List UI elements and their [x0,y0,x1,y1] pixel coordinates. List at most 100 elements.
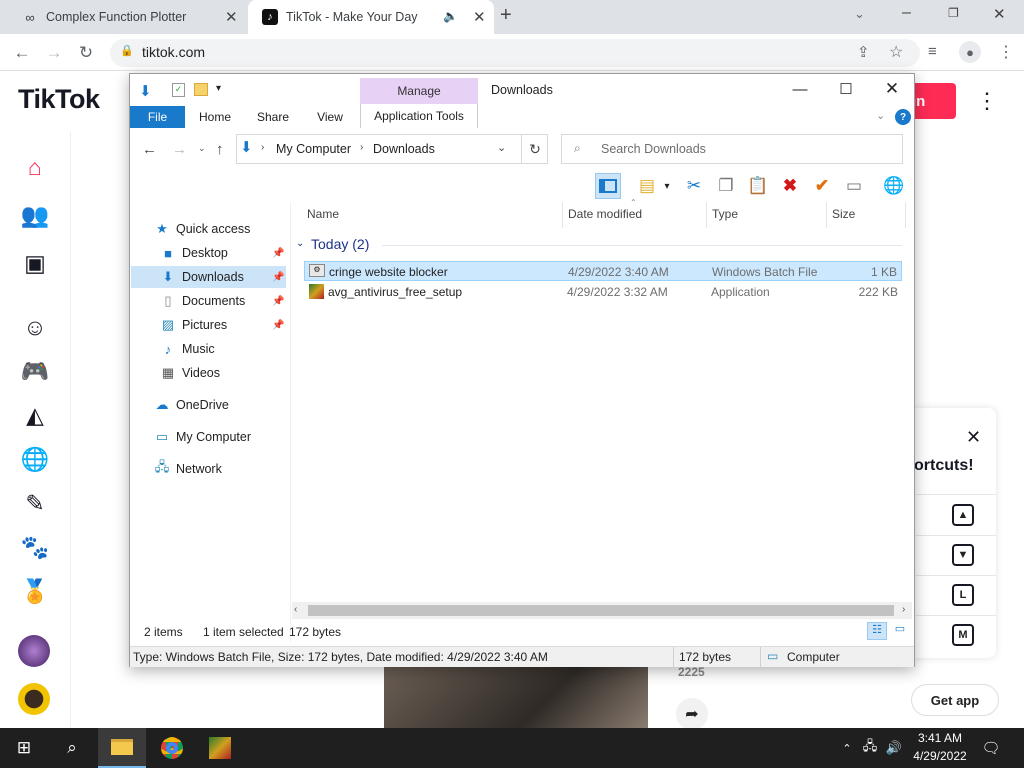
bookmark-star-icon[interactable]: ☆ [889,42,903,62]
minimize-icon[interactable]: — [777,74,823,104]
column-separator[interactable] [826,202,827,228]
comedy-icon[interactable]: ☺ [20,312,50,342]
clock-time[interactable]: 3:41 AM [910,731,970,745]
chevron-down-icon[interactable]: ▾ [660,173,674,199]
network-globe-icon[interactable]: 🌐 [881,173,907,199]
chrome-taskbar-icon[interactable] [148,728,196,768]
expand-ribbon-icon[interactable]: ⌄ [876,109,885,122]
large-icons-view-icon[interactable]: ▭ [890,622,910,640]
chrome-menu-icon[interactable]: ⋮ [998,42,1014,62]
sports-medal-icon[interactable]: 🏅 [20,576,50,606]
share-icon[interactable]: ⇪ [857,43,870,61]
volume-icon[interactable]: 🔊 [884,728,904,768]
get-app-button[interactable]: Get app [911,684,999,716]
globe-icon[interactable]: 🌐 [20,444,50,474]
network-tray-icon[interactable]: 🖧 [860,728,880,768]
new-tab-icon[interactable]: + [500,4,512,27]
clock-date[interactable]: 4/29/2022 [910,749,970,763]
up-icon[interactable]: ↑ [216,141,224,158]
column-date-modified[interactable]: Date modified [568,207,642,221]
copy-icon[interactable]: ❐ [713,173,739,199]
address-bar[interactable] [110,39,920,67]
food-icon[interactable]: ◭ [20,400,50,430]
preview-pane-icon[interactable] [595,173,621,199]
tray-chevron-icon[interactable]: ⌃ [838,728,856,768]
column-separator[interactable] [562,202,563,228]
notification-icon[interactable]: 🗨 [978,728,1004,768]
avatar[interactable] [18,683,50,715]
windows-start-icon[interactable]: ⊞ [0,728,48,768]
url-text[interactable]: tiktok.com [142,44,205,60]
media-control-icon[interactable]: ≡ [928,43,937,60]
following-icon[interactable]: 👥 [20,200,50,230]
column-type[interactable]: Type [712,207,738,221]
paste-icon[interactable]: 📋 [745,173,771,199]
column-separator[interactable] [905,202,906,228]
table-row[interactable]: ⚙ cringe website blocker 4/29/2022 3:40 … [304,261,902,281]
minimize-icon[interactable]: – [902,4,911,22]
properties-icon[interactable]: ✓ [172,83,185,97]
reload-icon[interactable]: ↻ [74,41,98,65]
share-tab[interactable]: Share [248,106,298,128]
group-collapse-icon[interactable]: ⌄ [296,238,304,249]
pin-icon[interactable]: 📌 [272,248,284,259]
nav-network[interactable]: 🖧 Network [154,458,222,480]
refresh-icon[interactable]: ↻ [521,134,548,164]
nav-downloads[interactable]: ⬇ Downloads [160,266,244,288]
view-tab[interactable]: View [306,106,354,128]
application-tools-tab[interactable]: Application Tools [360,104,478,128]
nav-videos[interactable]: ▦ Videos [160,362,220,384]
search-icon[interactable]: ⌕ [48,728,96,768]
animals-icon[interactable]: 🐾 [20,532,50,562]
file-tab[interactable]: File [130,106,185,128]
manage-tab[interactable]: Manage [360,78,478,104]
pin-icon[interactable]: 📌 [272,272,284,283]
new-folder-icon[interactable] [194,83,208,96]
nav-pictures[interactable]: ▨ Pictures [160,314,227,336]
delete-icon[interactable]: ✖ [777,173,803,199]
chevron-right-icon[interactable]: › [360,142,363,153]
close-tab-icon[interactable]: ✕ [473,8,486,26]
tiktok-logo[interactable]: TikTok [18,84,100,115]
scroll-right-icon[interactable]: › [902,604,905,615]
home-icon[interactable]: ⌂ [20,152,50,182]
tab-complex-function-plotter[interactable]: ∞ Complex Function Plotter [8,0,246,34]
beauty-icon[interactable]: ✎ [20,488,50,518]
close-icon[interactable]: ✕ [966,427,981,448]
help-icon[interactable]: ? [895,109,911,125]
scrollbar-thumb[interactable] [308,605,894,616]
close-window-icon[interactable]: ✕ [993,5,1006,23]
close-tab-icon[interactable]: ✕ [225,8,238,26]
nav-music[interactable]: ♪ Music [160,338,215,360]
table-row[interactable]: avg_antivirus_free_setup 4/29/2022 3:32 … [304,282,902,302]
column-separator[interactable] [706,202,707,228]
restore-icon[interactable]: ❐ [948,6,959,20]
file-explorer-taskbar-icon[interactable] [98,728,146,768]
pin-icon[interactable]: 📌 [272,296,284,307]
forward-icon[interactable]: → [172,141,187,158]
nav-desktop[interactable]: ■ Desktop [160,242,228,264]
nav-my-computer[interactable]: ▭ My Computer [154,426,251,448]
cut-icon[interactable]: ✂ [681,173,707,199]
live-icon[interactable]: ▣ [20,248,50,278]
avg-taskbar-icon[interactable] [196,728,244,768]
nav-quick-access[interactable]: ★ Quick access [154,218,250,240]
rename-check-icon[interactable]: ✔ [809,173,835,199]
speaker-icon[interactable]: 🔈 [443,9,458,23]
new-item-icon[interactable]: ▤ [634,173,660,199]
video-player[interactable] [384,667,648,728]
pin-icon[interactable]: 📌 [272,320,284,331]
login-button[interactable]: in [910,83,956,119]
details-view-icon[interactable]: ☷ [867,622,887,640]
back-icon[interactable]: ← [142,141,157,158]
avatar[interactable] [18,635,50,667]
search-placeholder[interactable]: Search Downloads [601,142,706,156]
close-icon[interactable]: ✕ [869,74,915,104]
scroll-left-icon[interactable]: ‹ [294,604,297,615]
chevron-down-icon[interactable]: ⌄ [497,141,506,154]
nav-documents[interactable]: ▯ Documents [160,290,245,312]
breadcrumb-my-computer[interactable]: My Computer [276,142,351,156]
lock-icon[interactable]: 🔒 [120,44,134,57]
share-arrow-icon[interactable]: ➦ [676,698,708,730]
profile-icon[interactable]: ● [959,41,981,63]
